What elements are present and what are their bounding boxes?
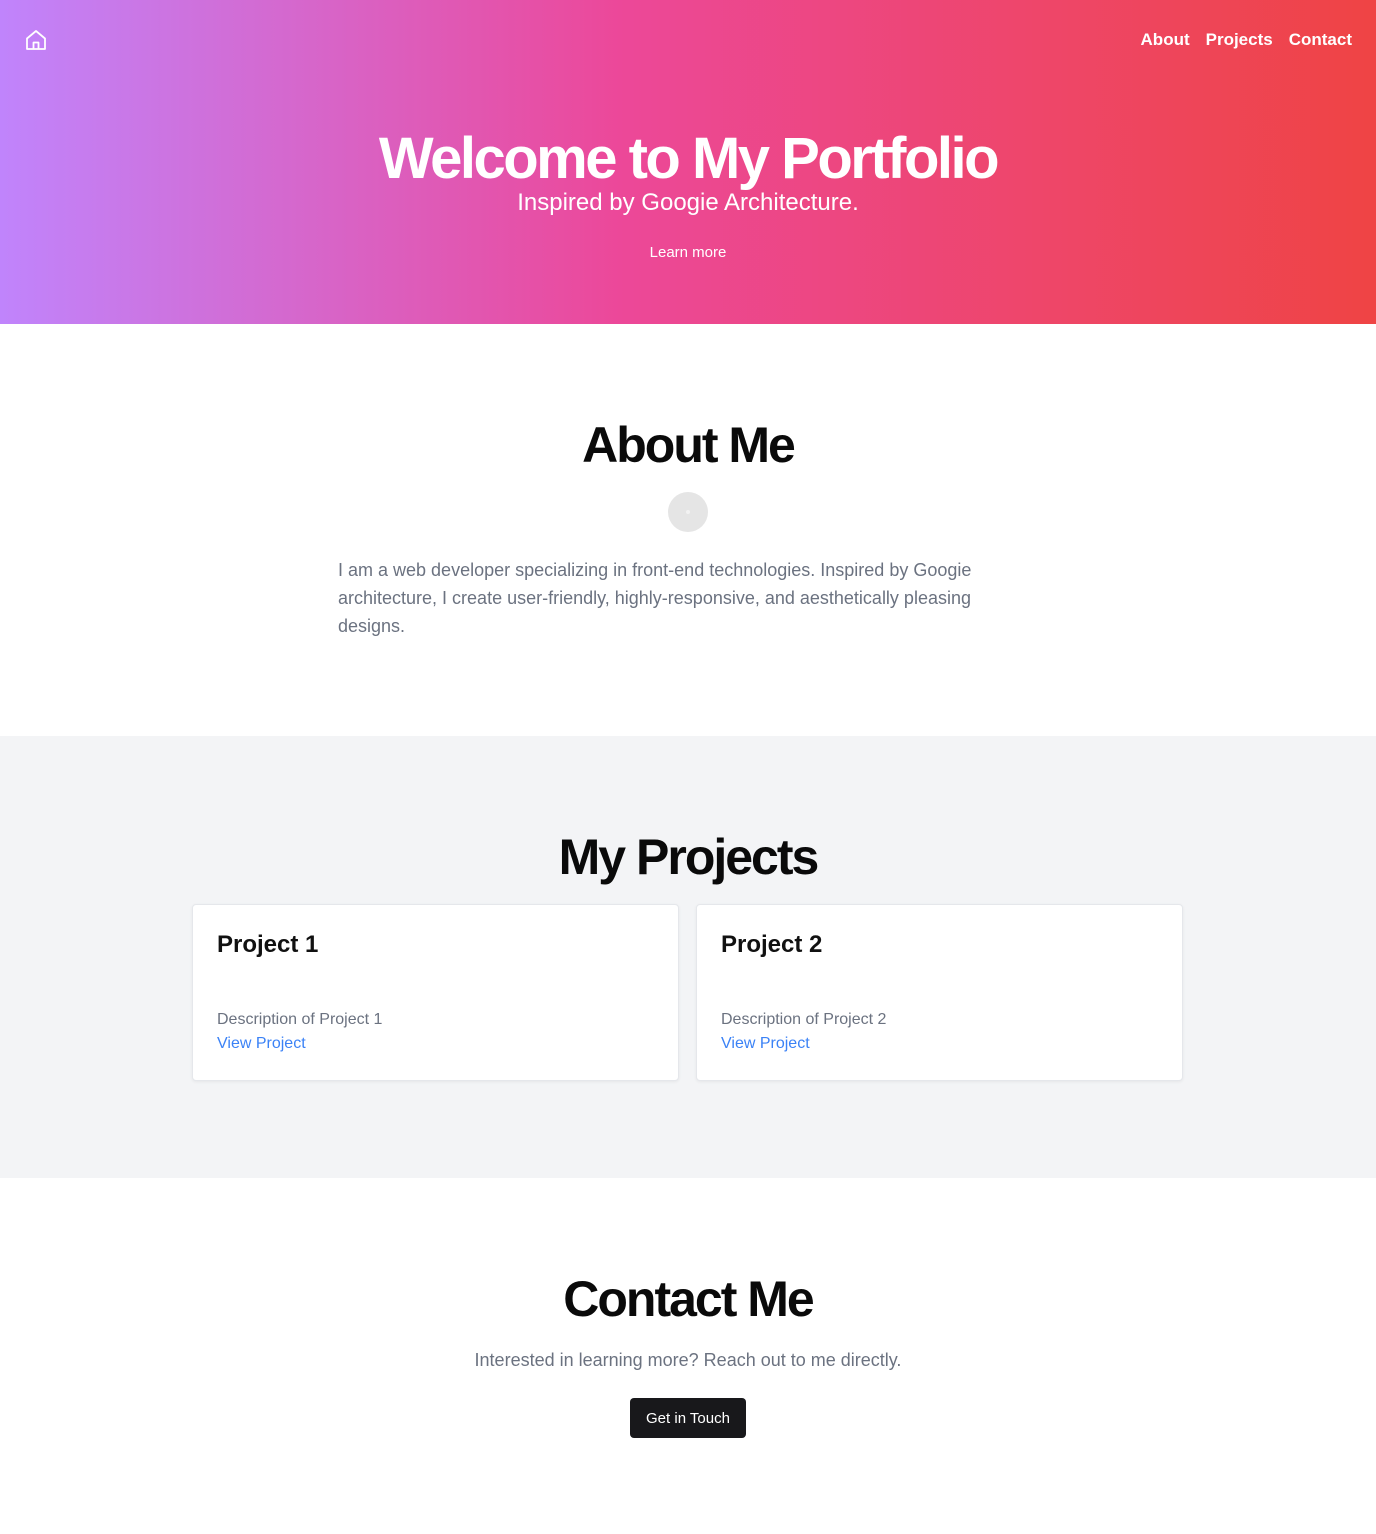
learn-more-button[interactable]: Learn more xyxy=(650,244,727,261)
project-card-description: Description of Project 2 xyxy=(721,1011,887,1028)
hero-title: Welcome to My Portfolio xyxy=(378,126,1000,191)
project-card-description: Description of Project 1 xyxy=(217,1011,383,1028)
project-card-2: Project 2 Description of Project 2 View … xyxy=(696,904,1183,1081)
hero-subtitle: Inspired by Googie Architecture. xyxy=(517,189,859,216)
nav-about-link[interactable]: About xyxy=(1141,30,1190,50)
hero-button-wrap: Learn more xyxy=(0,244,1376,262)
contact-title: Contact Me xyxy=(563,1271,814,1327)
contact-section: Contact Me Interested in learning more? … xyxy=(0,1178,1376,1534)
project-card-title: Project 2 xyxy=(721,931,823,958)
avatar xyxy=(668,492,708,532)
nav-contact-link[interactable]: Contact xyxy=(1289,30,1352,50)
hero-header: About Projects Contact Welcome to My Por… xyxy=(0,0,1376,324)
about-section: About Me I am a web developer specializi… xyxy=(0,324,1376,736)
projects-title: My Projects xyxy=(558,829,820,885)
view-project-link[interactable]: View Project xyxy=(217,1035,306,1053)
project-card-1: Project 1 Description of Project 1 View … xyxy=(192,904,679,1081)
projects-section: My Projects Project 1 Description of Pro… xyxy=(0,736,1376,1178)
about-title: About Me xyxy=(582,417,796,473)
nav-projects-link[interactable]: Projects xyxy=(1206,30,1273,50)
view-project-link[interactable]: View Project xyxy=(721,1035,810,1053)
about-text: I am a web developer specializing in fro… xyxy=(338,560,972,636)
home-icon[interactable] xyxy=(24,28,48,52)
contact-text: Interested in learning more? Reach out t… xyxy=(474,1350,902,1370)
main-nav: About Projects Contact xyxy=(1141,30,1352,50)
get-in-touch-button[interactable]: Get in Touch xyxy=(630,1398,746,1438)
project-card-title: Project 1 xyxy=(217,931,319,958)
